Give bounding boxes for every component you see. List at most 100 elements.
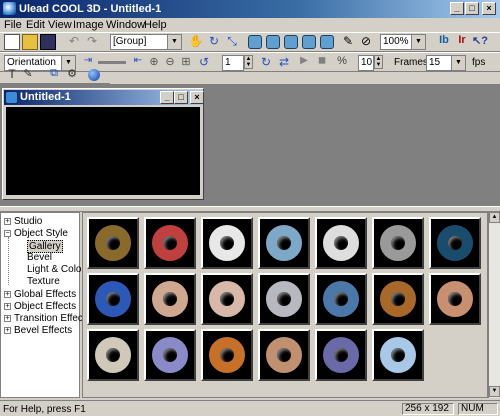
tree-item-bevel-effects[interactable]: Bevel Effects xyxy=(14,325,72,336)
studio-expand-icon[interactable]: + xyxy=(4,218,11,225)
frames-input[interactable]: 10 xyxy=(358,55,374,71)
doc-minimize-button[interactable]: _ xyxy=(160,91,174,104)
gallery-thumbnail[interactable] xyxy=(201,273,253,325)
text-tool-icon[interactable]: T xyxy=(4,67,20,83)
gallery-scrollbar[interactable]: ▲ ▼ xyxy=(488,212,500,398)
gallery-thumbnail[interactable] xyxy=(315,329,367,381)
global-effects-expand-icon[interactable]: + xyxy=(4,291,11,298)
view-top-icon[interactable] xyxy=(266,35,280,49)
menu-window[interactable]: Window xyxy=(106,19,145,31)
redo-icon[interactable]: ↷ xyxy=(84,34,100,50)
new-file-icon[interactable] xyxy=(4,34,20,50)
tree-item-transition-effects[interactable]: Transition Effects xyxy=(14,313,91,324)
key-last-icon[interactable]: ⇤ xyxy=(130,55,146,71)
gallery-thumbnail[interactable] xyxy=(372,217,424,269)
gallery-thumbnail[interactable] xyxy=(87,217,139,269)
gallery-thumbnail[interactable] xyxy=(258,273,310,325)
object-edit-icon[interactable]: Ir xyxy=(454,34,470,50)
gallery-thumbnail[interactable] xyxy=(315,273,367,325)
document-canvas[interactable] xyxy=(6,107,200,195)
gallery-thumbnail[interactable] xyxy=(258,217,310,269)
transition-effects-expand-icon[interactable]: + xyxy=(4,315,11,322)
transform-icon[interactable]: ⊘ xyxy=(358,34,374,50)
gallery-thumbnail[interactable] xyxy=(201,329,253,381)
gallery-thumbnail[interactable] xyxy=(144,217,196,269)
save-icon[interactable] xyxy=(40,34,56,50)
view-back-icon[interactable] xyxy=(302,35,316,49)
object-style-collapse-icon[interactable]: − xyxy=(4,230,11,237)
stop-icon[interactable]: ◼ xyxy=(314,55,330,71)
chevron-down-icon: ▼ xyxy=(411,35,425,49)
menu-file[interactable]: File xyxy=(4,19,22,31)
gallery-thumbnail[interactable] xyxy=(87,273,139,325)
torus-preview-icon xyxy=(95,225,131,261)
gallery-thumbnail[interactable] xyxy=(258,329,310,381)
menu-help[interactable]: Help xyxy=(144,19,167,31)
maximize-button[interactable]: □ xyxy=(465,2,479,15)
properties-icon[interactable]: ⚙ xyxy=(64,67,80,83)
close-button[interactable]: × xyxy=(482,2,496,15)
menu-image[interactable]: Image xyxy=(73,19,104,31)
remove-key-icon[interactable]: ⊖ xyxy=(162,55,178,71)
tree-item-light-color[interactable]: Light & Color xyxy=(27,264,85,275)
frame-value: 1 xyxy=(225,57,231,68)
bevel-effects-expand-icon[interactable]: + xyxy=(4,327,11,334)
insert-object-icon[interactable]: ⧉ xyxy=(46,67,62,83)
menu-edit[interactable]: Edit xyxy=(26,19,45,31)
gallery-thumbnail[interactable] xyxy=(315,217,367,269)
scroll-down-icon[interactable]: ▼ xyxy=(489,386,500,397)
gallery-thumbnail[interactable] xyxy=(372,273,424,325)
globe-icon[interactable] xyxy=(86,67,102,83)
frame-spin-icon[interactable]: ▲ ▼ xyxy=(244,55,253,69)
object-in-icon[interactable]: Ib xyxy=(436,34,452,50)
add-key-icon[interactable]: ⊕ xyxy=(146,55,162,71)
ping-pong-icon[interactable]: ⇄ xyxy=(276,55,292,71)
gallery-thumbnail[interactable] xyxy=(201,217,253,269)
gallery-thumbnail[interactable] xyxy=(372,329,424,381)
torus-preview-icon xyxy=(95,281,131,317)
doc-close-button[interactable]: × xyxy=(190,91,204,104)
open-folder-icon[interactable] xyxy=(22,34,38,50)
doc-maximize-button[interactable]: □ xyxy=(174,91,188,104)
gallery-thumbnail[interactable] xyxy=(144,329,196,381)
percent-icon[interactable]: % xyxy=(334,55,350,71)
object-group-select[interactable]: [Group] ▼ xyxy=(110,34,182,50)
frames-spin-icon[interactable]: ▲ ▼ xyxy=(374,55,383,69)
gallery-thumbnail[interactable] xyxy=(87,329,139,381)
view-side-icon[interactable] xyxy=(284,35,298,49)
wand-icon[interactable]: ✎ xyxy=(340,34,356,50)
minimize-button[interactable]: _ xyxy=(450,2,464,15)
zoom-select[interactable]: 100% ▼ xyxy=(380,34,426,50)
tree-item-object-style[interactable]: Object Style xyxy=(14,228,68,239)
rotate-icon[interactable]: ↻ xyxy=(206,34,222,50)
scroll-up-icon[interactable]: ▲ xyxy=(489,212,500,223)
help-pointer-icon[interactable]: ↖? xyxy=(472,34,488,50)
app-icon[interactable] xyxy=(3,2,16,15)
tree-item-object-effects[interactable]: Object Effects xyxy=(14,301,76,312)
menu-view[interactable]: View xyxy=(48,19,72,31)
document-window[interactable]: Untitled-1 _ □ × xyxy=(2,88,204,200)
tree-item-studio[interactable]: Studio xyxy=(14,216,42,227)
gallery-thumbnail[interactable] xyxy=(429,273,481,325)
play-icon[interactable]: ▶ xyxy=(296,55,312,71)
gallery-thumbnail[interactable] xyxy=(144,273,196,325)
object-effects-expand-icon[interactable]: + xyxy=(4,303,11,310)
tree-item-texture[interactable]: Texture xyxy=(27,276,60,287)
undo-icon[interactable]: ↶ xyxy=(66,34,82,50)
resize-icon[interactable]: ⤡ xyxy=(224,34,240,50)
frame-input[interactable]: 1 xyxy=(222,55,244,71)
gallery-thumbnail[interactable] xyxy=(429,217,481,269)
reverse-icon[interactable]: ↺ xyxy=(196,55,212,71)
hand-icon[interactable]: ✋ xyxy=(188,34,204,50)
tree-item-bevel[interactable]: Bevel xyxy=(27,252,52,263)
loop-icon[interactable]: ↻ xyxy=(258,55,274,71)
style-gallery xyxy=(82,212,488,398)
speed-slider[interactable] xyxy=(98,61,126,64)
document-titlebar[interactable]: Untitled-1 _ □ × xyxy=(4,90,204,105)
view-front-icon[interactable] xyxy=(248,35,262,49)
align-key-icon[interactable]: ⊞ xyxy=(178,55,194,71)
tree-item-global-effects[interactable]: Global Effects xyxy=(14,289,76,300)
edit-text-icon[interactable]: ✎ xyxy=(20,67,36,83)
view-bottom-icon[interactable] xyxy=(320,35,334,49)
fps-select[interactable]: 15 ▼ xyxy=(426,55,466,71)
